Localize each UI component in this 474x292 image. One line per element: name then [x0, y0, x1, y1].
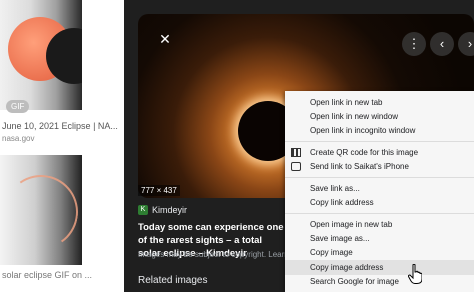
menu-separator [285, 177, 474, 178]
close-icon: ✕ [159, 31, 171, 47]
result-thumbnail-1[interactable] [0, 0, 82, 110]
site-attribution[interactable]: K Kimdeyir [138, 205, 187, 215]
result-source-1: nasa.gov [2, 134, 35, 143]
next-button[interactable]: › [458, 32, 474, 56]
results-column: GIF June 10, 2021 Eclipse | NA... nasa.g… [0, 0, 124, 292]
menu-open-link-new-tab[interactable]: Open link in new tab [285, 95, 474, 110]
menu-copy-image-address[interactable]: Copy image address [285, 260, 474, 275]
result-thumbnail-2[interactable] [0, 155, 82, 265]
context-menu: Open link in new tab Open link in new wi… [285, 91, 474, 292]
previous-button[interactable]: ‹ [430, 32, 454, 56]
menu-save-image-as[interactable]: Save image as... [285, 231, 474, 246]
image-dimensions: 777 × 437 [138, 185, 180, 196]
menu-open-link-incognito[interactable]: Open link in incognito window [285, 123, 474, 138]
site-name: Kimdeyir [152, 205, 188, 215]
more-options-button[interactable]: ⋮ [402, 32, 426, 56]
gif-badge: GIF [6, 100, 30, 113]
result-caption-2[interactable]: solar eclipse GIF on ... [2, 270, 92, 280]
close-button[interactable]: ✕ [154, 28, 176, 50]
menu-send-link-to-device[interactable]: Send link to Saikat's iPhone [285, 159, 474, 174]
menu-search-google-for-image[interactable]: Search Google for image [285, 274, 474, 289]
copyright-notice: Images may be subject to copyright. Lear… [138, 250, 286, 259]
eclipse-arc-graphic [0, 169, 82, 255]
site-favicon-icon: K [138, 205, 148, 215]
menu-separator [285, 213, 474, 214]
related-images-heading: Related images [138, 275, 208, 286]
menu-copy-link-address[interactable]: Copy link address [285, 195, 474, 210]
menu-save-link-as[interactable]: Save link as... [285, 181, 474, 196]
menu-open-link-new-window[interactable]: Open link in new window [285, 109, 474, 124]
menu-copy-image[interactable]: Copy image [285, 245, 474, 260]
result-caption-1[interactable]: June 10, 2021 Eclipse | NA... [2, 121, 118, 131]
more-vertical-icon: ⋮ [407, 36, 421, 51]
menu-create-qr-code[interactable]: Create QR code for this image [285, 145, 474, 160]
chevron-right-icon: › [467, 36, 473, 51]
chevron-left-icon: ‹ [439, 36, 445, 51]
hand-pointer-icon [408, 264, 422, 284]
menu-separator [285, 141, 474, 142]
menu-open-image-new-tab[interactable]: Open image in new tab [285, 217, 474, 232]
